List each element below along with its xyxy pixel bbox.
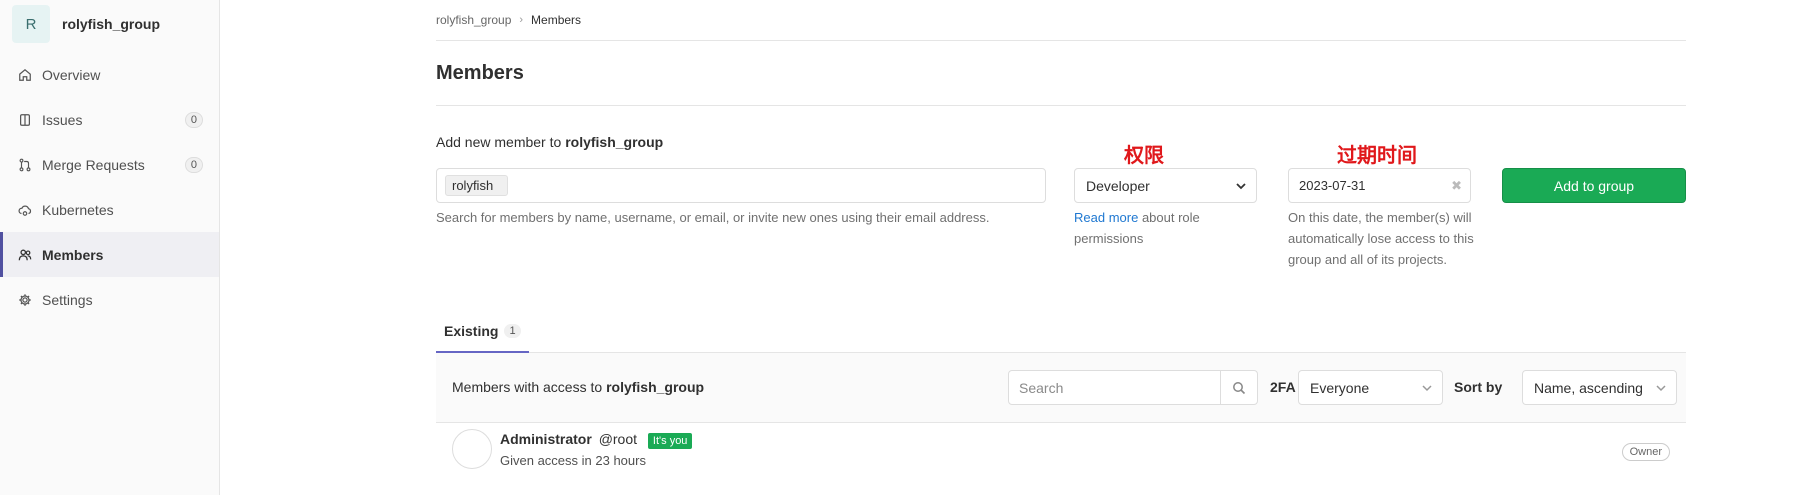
role-help: Read more about role permissions xyxy=(1074,207,1264,249)
tab-existing-count: 1 xyxy=(504,323,521,338)
member-row: Administrator @root It's you Given acces… xyxy=(436,423,1686,495)
members-search-input[interactable] xyxy=(1009,371,1219,404)
member-access-time: Given access in 23 hours xyxy=(500,453,646,468)
chevron-down-icon xyxy=(1236,183,1246,190)
tab-existing[interactable]: Existing 1 xyxy=(436,310,529,353)
search-icon xyxy=(1233,381,1246,394)
sidebar: R rolyfish_group Overview Issues 0 Merge… xyxy=(0,0,220,495)
chevron-right-icon: › xyxy=(519,14,524,26)
twofa-select[interactable]: Everyone xyxy=(1298,370,1443,405)
group-avatar: R xyxy=(12,5,50,43)
members-tabs: Existing 1 xyxy=(436,310,1686,353)
cloud-gear-icon xyxy=(18,205,32,216)
group-header[interactable]: R rolyfish_group xyxy=(0,0,219,48)
users-icon xyxy=(18,249,32,260)
sidebar-item-label: Overview xyxy=(42,66,101,83)
sidebar-item-label: Settings xyxy=(42,291,93,308)
twofa-select-value: Everyone xyxy=(1310,379,1370,396)
annotation-expiry: 过期时间 xyxy=(1337,143,1417,167)
add-member-label-prefix: Add new member to xyxy=(436,134,562,150)
add-to-group-button[interactable]: Add to group xyxy=(1502,168,1686,203)
sidebar-item-members[interactable]: Members xyxy=(0,232,219,277)
add-member-label: Add new member to rolyfish_group xyxy=(436,134,663,150)
breadcrumb: rolyfish_group › Members xyxy=(436,0,1686,41)
chevron-down-icon xyxy=(1422,385,1432,392)
clear-date-icon[interactable]: ✖ xyxy=(1451,178,1462,194)
sidebar-item-label: Merge Requests xyxy=(42,156,145,173)
sort-by-label: Sort by xyxy=(1454,379,1503,395)
gear-icon xyxy=(19,293,31,306)
merge-requests-count-badge: 0 xyxy=(184,156,203,173)
twofa-label: 2FA xyxy=(1270,379,1296,395)
chevron-down-icon xyxy=(1656,385,1666,392)
selected-member-token[interactable]: rolyfish xyxy=(445,175,509,196)
sidebar-nav: Overview Issues 0 Merge Requests 0 Kuber… xyxy=(0,52,219,322)
sidebar-item-issues[interactable]: Issues 0 xyxy=(0,97,219,142)
expiration-date-input[interactable]: 2023-07-31 ✖ xyxy=(1288,168,1471,203)
annotation-role: 权限 xyxy=(1124,143,1164,167)
breadcrumb-group-link[interactable]: rolyfish_group xyxy=(436,13,511,27)
sort-select[interactable]: Name, ascending xyxy=(1522,370,1677,405)
member-search-input[interactable]: rolyfish xyxy=(436,168,1046,203)
read-more-link[interactable]: Read more xyxy=(1074,210,1138,225)
expiration-date-help: On this date, the member(s) will automat… xyxy=(1288,210,1474,267)
add-member-group-name: rolyfish_group xyxy=(565,134,664,150)
group-name: rolyfish_group xyxy=(62,16,161,32)
member-username: @root xyxy=(598,431,638,447)
merge-request-icon xyxy=(19,158,31,171)
members-search-box xyxy=(1008,370,1258,405)
main-content: rolyfish_group › Members Members Add new… xyxy=(436,0,1686,469)
issues-count-badge: 0 xyxy=(184,111,203,128)
members-access-text: Members with access to rolyfish_group xyxy=(452,379,704,395)
role-select[interactable]: Developer xyxy=(1074,168,1257,203)
its-you-badge: It's you xyxy=(647,433,693,449)
avatar[interactable] xyxy=(452,429,492,469)
role-select-value: Developer xyxy=(1086,177,1150,194)
sidebar-item-settings[interactable]: Settings xyxy=(0,277,219,322)
page-title: Members xyxy=(436,41,1686,106)
search-button[interactable] xyxy=(1220,371,1257,404)
member-name[interactable]: Administrator xyxy=(500,431,592,447)
expiration-date-value: 2023-07-31 xyxy=(1299,178,1366,193)
tab-existing-label: Existing xyxy=(444,322,499,339)
sidebar-item-overview[interactable]: Overview xyxy=(0,52,219,97)
issues-icon xyxy=(20,113,30,126)
members-filter-bar: Members with access to rolyfish_group 2F… xyxy=(436,353,1686,423)
sidebar-item-kubernetes[interactable]: Kubernetes xyxy=(0,187,219,232)
members-access-group: rolyfish_group xyxy=(606,379,705,395)
sort-select-value: Name, ascending xyxy=(1534,379,1643,396)
member-search-help: Search for members by name, username, or… xyxy=(436,210,990,225)
member-name-line: Administrator @root It's you xyxy=(500,431,693,449)
member-role-badge: Owner xyxy=(1621,443,1670,461)
sidebar-item-label: Kubernetes xyxy=(42,201,114,218)
members-access-prefix: Members with access to xyxy=(452,379,603,395)
home-icon xyxy=(19,68,31,81)
sidebar-item-merge-requests[interactable]: Merge Requests 0 xyxy=(0,142,219,187)
sidebar-item-label: Members xyxy=(42,246,104,263)
sidebar-item-label: Issues xyxy=(42,111,83,128)
breadcrumb-current: Members xyxy=(531,13,582,27)
